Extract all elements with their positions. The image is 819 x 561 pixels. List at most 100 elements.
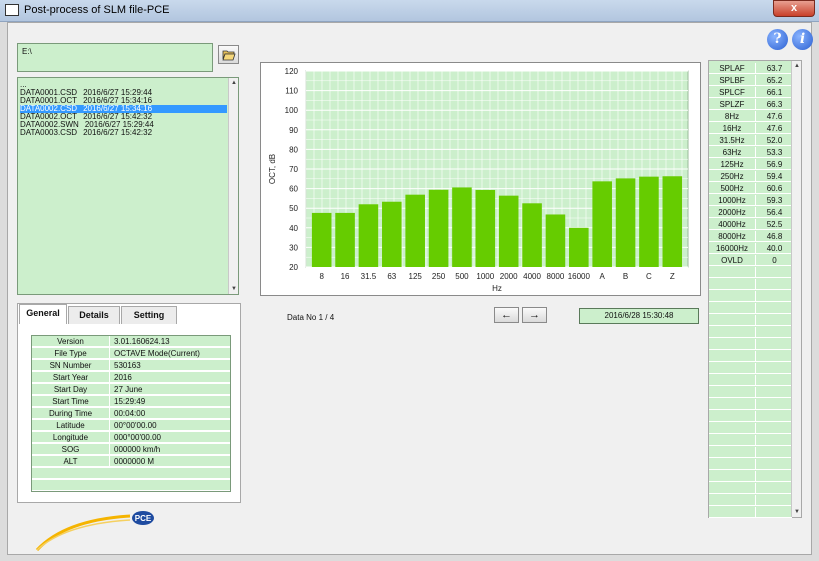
info-value: 00°00'00.00 bbox=[114, 421, 157, 430]
info-key: File Type bbox=[32, 348, 110, 359]
value-cell: 56.4 bbox=[766, 208, 783, 217]
scroll-down-icon[interactable]: ▼ bbox=[229, 284, 239, 294]
scroll-up-icon[interactable]: ▲ bbox=[229, 78, 239, 88]
value-row: 16Hz 47.6 bbox=[709, 123, 792, 134]
x-tick-label: 31.5 bbox=[361, 272, 377, 281]
value-row bbox=[709, 339, 792, 350]
info-key: Start Year bbox=[32, 372, 110, 383]
value-cell: 46.8 bbox=[766, 232, 783, 241]
scroll-up-icon[interactable]: ▲ bbox=[792, 61, 802, 71]
x-tick-label: 1000 bbox=[476, 272, 494, 281]
value-cell: 63.7 bbox=[766, 64, 783, 73]
value-row bbox=[709, 351, 792, 362]
scroll-down-icon[interactable]: ▼ bbox=[792, 507, 802, 517]
tab-details[interactable]: Details bbox=[68, 306, 120, 324]
y-tick-label: 50 bbox=[289, 204, 298, 213]
value-cell: 52.0 bbox=[766, 136, 783, 145]
value-row bbox=[709, 363, 792, 374]
value-key: 4000Hz bbox=[709, 219, 756, 230]
x-tick-label: 125 bbox=[409, 272, 423, 281]
file-list-item[interactable]: DATA0003.CSD 2016/6/27 15:42:32 bbox=[20, 129, 227, 137]
value-cell: 0 bbox=[772, 256, 777, 265]
info-value: OCTAVE Mode(Current) bbox=[114, 349, 200, 358]
value-key: 2000Hz bbox=[709, 207, 756, 218]
info-value: 27 June bbox=[114, 385, 143, 394]
x-tick-label: Z bbox=[670, 272, 675, 281]
file-list-scrollbar[interactable]: ▲ ▼ bbox=[228, 78, 238, 294]
info-row: During Time 00:04:00 bbox=[32, 408, 230, 419]
info-row: Version 3.01.160624.13 bbox=[32, 336, 230, 347]
value-row bbox=[709, 483, 792, 494]
next-button[interactable]: → bbox=[522, 307, 547, 323]
value-cell: 60.6 bbox=[766, 184, 783, 193]
value-row bbox=[709, 387, 792, 398]
y-tick-label: 70 bbox=[289, 165, 298, 174]
info-key: Version bbox=[32, 336, 110, 347]
file-list[interactable]: ... DATA0001.CSD 2016/6/27 15:29:44 DATA000… bbox=[17, 77, 239, 295]
open-folder-button[interactable] bbox=[218, 45, 239, 64]
info-value: 15:29:49 bbox=[114, 397, 146, 406]
path-field[interactable]: E:\ bbox=[17, 43, 213, 72]
y-tick-label: 40 bbox=[289, 224, 298, 233]
info-value: 00:04:00 bbox=[114, 409, 146, 418]
value-row bbox=[709, 435, 792, 446]
value-cell: 47.6 bbox=[766, 124, 783, 133]
tab-general[interactable]: General bbox=[19, 304, 67, 324]
y-tick-label: 60 bbox=[289, 185, 298, 194]
x-tick-label: 16 bbox=[341, 272, 350, 281]
value-row bbox=[709, 327, 792, 338]
x-tick-label: 8 bbox=[319, 272, 324, 281]
x-tick-label: 250 bbox=[432, 272, 446, 281]
octave-chart: 20 30 40 50 60 70 80 90 100 110 120 OCT, dB 8 16 31.5 6… bbox=[260, 62, 701, 296]
values-table: SPLAF 63.7 SPLBF 65.2 SPLCF 66.1 SPLZF 66.3 8Hz 4… bbox=[708, 60, 802, 518]
value-key: SPLAF bbox=[709, 63, 756, 74]
info-row: SOG 000000 km/h bbox=[32, 444, 230, 455]
info-key: SN Number bbox=[32, 360, 110, 371]
tab-setting[interactable]: Setting bbox=[121, 306, 177, 324]
value-row bbox=[709, 315, 792, 326]
value-key: 250Hz bbox=[709, 171, 756, 182]
value-row: 1000Hz 59.3 bbox=[709, 195, 792, 206]
y-tick-label: 20 bbox=[289, 263, 298, 272]
y-tick-label: 100 bbox=[285, 106, 299, 115]
value-key: 63Hz bbox=[709, 147, 756, 158]
info-icon[interactable]: i bbox=[792, 29, 813, 50]
value-row bbox=[709, 507, 792, 518]
info-key: ALT bbox=[32, 456, 110, 467]
y-tick-label: 80 bbox=[289, 145, 298, 154]
x-tick-label: 16000 bbox=[568, 272, 591, 281]
value-row: 8000Hz 46.8 bbox=[709, 231, 792, 242]
y-tick-label: 30 bbox=[289, 243, 298, 252]
prev-button[interactable]: ← bbox=[494, 307, 519, 323]
value-cell: 40.0 bbox=[766, 244, 783, 253]
value-row: 8Hz 47.6 bbox=[709, 111, 792, 122]
value-row bbox=[709, 267, 792, 278]
y-tick-label: 90 bbox=[289, 126, 298, 135]
value-cell: 56.9 bbox=[766, 160, 783, 169]
value-cell: 47.6 bbox=[766, 112, 783, 121]
data-no-label: Data No 1 / 4 bbox=[287, 313, 335, 322]
x-tick-label: C bbox=[646, 272, 652, 281]
value-key: 8000Hz bbox=[709, 231, 756, 242]
info-row: Start Year 2016 bbox=[32, 372, 230, 383]
info-row: Latitude 00°00'00.00 bbox=[32, 420, 230, 431]
value-cell: 66.1 bbox=[766, 88, 783, 97]
bar bbox=[498, 195, 519, 267]
help-icon[interactable]: ? bbox=[767, 29, 788, 50]
info-row: SN Number 530163 bbox=[32, 360, 230, 371]
x-tick-label: B bbox=[623, 272, 628, 281]
value-cell: 52.5 bbox=[766, 220, 783, 229]
value-key: 500Hz bbox=[709, 183, 756, 194]
close-button[interactable]: x bbox=[773, 0, 815, 17]
info-key: Start Day bbox=[32, 384, 110, 395]
file-date: 2016/6/27 15:42:32 bbox=[83, 128, 153, 137]
x-tick-label: 2000 bbox=[500, 272, 518, 281]
value-row: 16000Hz 40.0 bbox=[709, 243, 792, 254]
value-key: 8Hz bbox=[709, 111, 756, 122]
value-row: SPLZF 66.3 bbox=[709, 99, 792, 110]
value-row: SPLAF 63.7 bbox=[709, 63, 792, 74]
values-scrollbar[interactable]: ▲ ▼ bbox=[791, 61, 801, 517]
bar bbox=[335, 212, 355, 267]
value-cell: 59.3 bbox=[766, 196, 783, 205]
value-key: 1000Hz bbox=[709, 195, 756, 206]
